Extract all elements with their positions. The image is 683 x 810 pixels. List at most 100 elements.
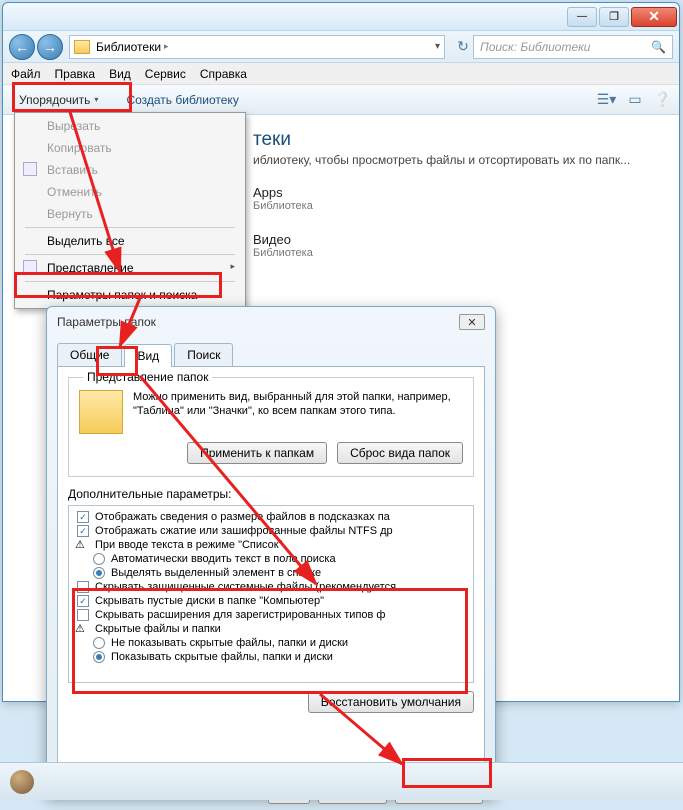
folder-icon xyxy=(79,390,123,434)
tab-view[interactable]: Вид xyxy=(124,344,172,367)
radio-option[interactable]: Выделять выделенный элемент в списке xyxy=(71,566,471,580)
folder-views-group: Представление папок Можно применить вид,… xyxy=(68,377,474,477)
option-label: Скрытые файлы и папки xyxy=(95,623,221,635)
option-label: Скрывать защищенные системные файлы (рек… xyxy=(95,581,396,593)
reset-folders-button[interactable]: Сброс вида папок xyxy=(337,442,463,464)
apply-to-folders-button[interactable]: Применить к папкам xyxy=(187,442,327,464)
taskbar-app-icon[interactable] xyxy=(10,770,34,794)
taskbar xyxy=(0,762,683,800)
menu-item-copy[interactable]: Копировать xyxy=(17,137,243,159)
option-label: Выделять выделенный элемент в списке xyxy=(111,567,321,579)
radio-icon xyxy=(93,651,105,663)
menu-item-undo[interactable]: Отменить xyxy=(17,181,243,203)
menu-separator xyxy=(25,281,235,282)
minimize-button[interactable]: — xyxy=(567,7,597,27)
item-label: Видео xyxy=(253,232,313,247)
breadcrumb-separator: ▸ xyxy=(164,41,169,52)
checkbox-icon: ✓ xyxy=(77,525,89,537)
option-label: Показывать скрытые файлы, папки и диски xyxy=(111,651,333,663)
item-type: Библиотека xyxy=(253,200,313,212)
chevron-down-icon: ▾ xyxy=(94,95,98,104)
checkbox-icon: ✓ xyxy=(77,595,89,607)
menu-item-cut[interactable]: Вырезать xyxy=(17,115,243,137)
breadcrumb-item[interactable]: Библиотеки xyxy=(96,40,161,54)
menu-item-redo[interactable]: Вернуть xyxy=(17,203,243,225)
menu-help[interactable]: Справка xyxy=(200,67,247,81)
radio-option[interactable]: Показывать скрытые файлы, папки и диски xyxy=(71,650,471,664)
forward-button[interactable]: → xyxy=(37,34,63,60)
group-heading: ⚠ Скрытые файлы и папки xyxy=(71,622,471,636)
option-label: Отображать сведения о размере файлов в п… xyxy=(95,511,390,523)
radio-icon xyxy=(93,637,105,649)
search-input[interactable]: Поиск: Библиотеки 🔍 xyxy=(473,35,673,59)
menu-file[interactable]: Файл xyxy=(11,67,41,81)
refresh-button[interactable]: ↻ xyxy=(453,38,473,55)
group-title: Представление папок xyxy=(83,370,212,384)
menu-separator xyxy=(25,227,235,228)
help-icon[interactable]: ❔ xyxy=(654,91,671,108)
search-placeholder: Поиск: Библиотеки xyxy=(480,40,590,54)
item-type: Библиотека xyxy=(253,247,313,259)
dialog-close-button[interactable]: ✕ xyxy=(459,314,485,330)
checkbox-option[interactable]: ✓ Скрывать пустые диски в папке "Компьюте… xyxy=(71,594,471,608)
libraries-icon xyxy=(74,40,90,54)
menu-item-select-all[interactable]: Выделить все xyxy=(17,230,243,252)
organize-button[interactable]: Упорядочить ▾ xyxy=(11,90,106,110)
dialog-titlebar: Параметры папок ✕ xyxy=(47,307,495,337)
page-subtitle: иблиотеку, чтобы просмотреть файлы и отс… xyxy=(253,153,679,167)
item-label: Apps xyxy=(253,185,313,200)
page-title: теки xyxy=(253,129,679,151)
menu-item-folder-options[interactable]: Параметры папок и поиска xyxy=(17,284,243,306)
dialog-body: Представление папок Можно применить вид,… xyxy=(57,366,485,766)
advanced-settings-list[interactable]: ✓ Отображать сведения о размере файлов в … xyxy=(68,505,474,683)
advanced-settings-label: Дополнительные параметры: xyxy=(68,487,474,501)
organize-menu: Вырезать Копировать Вставить Отменить Ве… xyxy=(14,112,246,309)
checkbox-option[interactable]: Скрывать расширения для зарегистрированн… xyxy=(71,608,471,622)
warning-icon: ⚠ xyxy=(75,622,89,636)
toolbar-right: ☰▾ ▭ ❔ xyxy=(597,91,671,108)
toolbar: Упорядочить ▾ Создать библиотеку ☰▾ ▭ ❔ xyxy=(3,85,679,115)
tab-search[interactable]: Поиск xyxy=(174,343,233,366)
view-mode-button[interactable]: ☰▾ xyxy=(597,91,617,108)
preview-pane-button[interactable]: ▭ xyxy=(628,91,641,108)
option-label: Не показывать скрытые файлы, папки и дис… xyxy=(111,637,348,649)
option-label: Скрывать расширения для зарегистрированн… xyxy=(95,609,385,621)
address-dropdown-icon[interactable]: ▾ xyxy=(435,41,440,52)
menu-service[interactable]: Сервис xyxy=(145,67,186,81)
titlebar: — ❐ ✕ xyxy=(3,3,679,31)
menu-separator xyxy=(25,254,235,255)
menu-view[interactable]: Вид xyxy=(109,67,131,81)
restore-defaults-button[interactable]: Восстановить умолчания xyxy=(308,691,474,713)
checkbox-icon xyxy=(77,609,89,621)
option-label: Автоматически вводить текст в поле поиск… xyxy=(111,553,336,565)
maximize-button[interactable]: ❐ xyxy=(599,7,629,27)
search-icon: 🔍 xyxy=(651,40,666,54)
dialog-title: Параметры папок xyxy=(57,315,156,329)
radio-option[interactable]: Автоматически вводить текст в поле поиск… xyxy=(71,552,471,566)
group-description: Можно применить вид, выбранный для этой … xyxy=(133,390,463,434)
folder-options-dialog: Параметры папок ✕ Общие Вид Поиск Предст… xyxy=(46,306,496,796)
create-library-link[interactable]: Создать библиотеку xyxy=(126,93,238,107)
chevron-right-icon: ▸ xyxy=(230,261,235,272)
organize-label: Упорядочить xyxy=(19,93,90,107)
checkbox-icon: ✓ xyxy=(77,511,89,523)
warning-icon: ⚠ xyxy=(75,538,89,552)
radio-icon xyxy=(93,553,105,565)
paste-icon xyxy=(23,162,37,176)
dialog-tabs: Общие Вид Поиск xyxy=(57,343,485,366)
menu-item-layout[interactable]: Представление▸ xyxy=(17,257,243,279)
tab-general[interactable]: Общие xyxy=(57,343,122,366)
address-bar-row: ← → Библиотеки ▸ ▾ ↻ Поиск: Библиотеки 🔍 xyxy=(3,31,679,63)
option-label: Отображать сжатие или зашифрованные файл… xyxy=(95,525,393,537)
checkbox-option[interactable]: Скрывать защищенные системные файлы (рек… xyxy=(71,580,471,594)
option-label: Скрывать пустые диски в папке "Компьютер… xyxy=(95,595,324,607)
menu-edit[interactable]: Правка xyxy=(55,67,96,81)
group-heading: ⚠При вводе текста в режиме "Список" xyxy=(71,538,471,552)
menu-item-paste[interactable]: Вставить xyxy=(17,159,243,181)
radio-option[interactable]: Не показывать скрытые файлы, папки и дис… xyxy=(71,636,471,650)
address-bar[interactable]: Библиотеки ▸ ▾ xyxy=(69,35,445,59)
back-button[interactable]: ← xyxy=(9,34,35,60)
checkbox-option[interactable]: ✓ Отображать сведения о размере файлов в … xyxy=(71,510,471,524)
checkbox-option[interactable]: ✓ Отображать сжатие или зашифрованные фай… xyxy=(71,524,471,538)
close-button[interactable]: ✕ xyxy=(631,7,677,27)
